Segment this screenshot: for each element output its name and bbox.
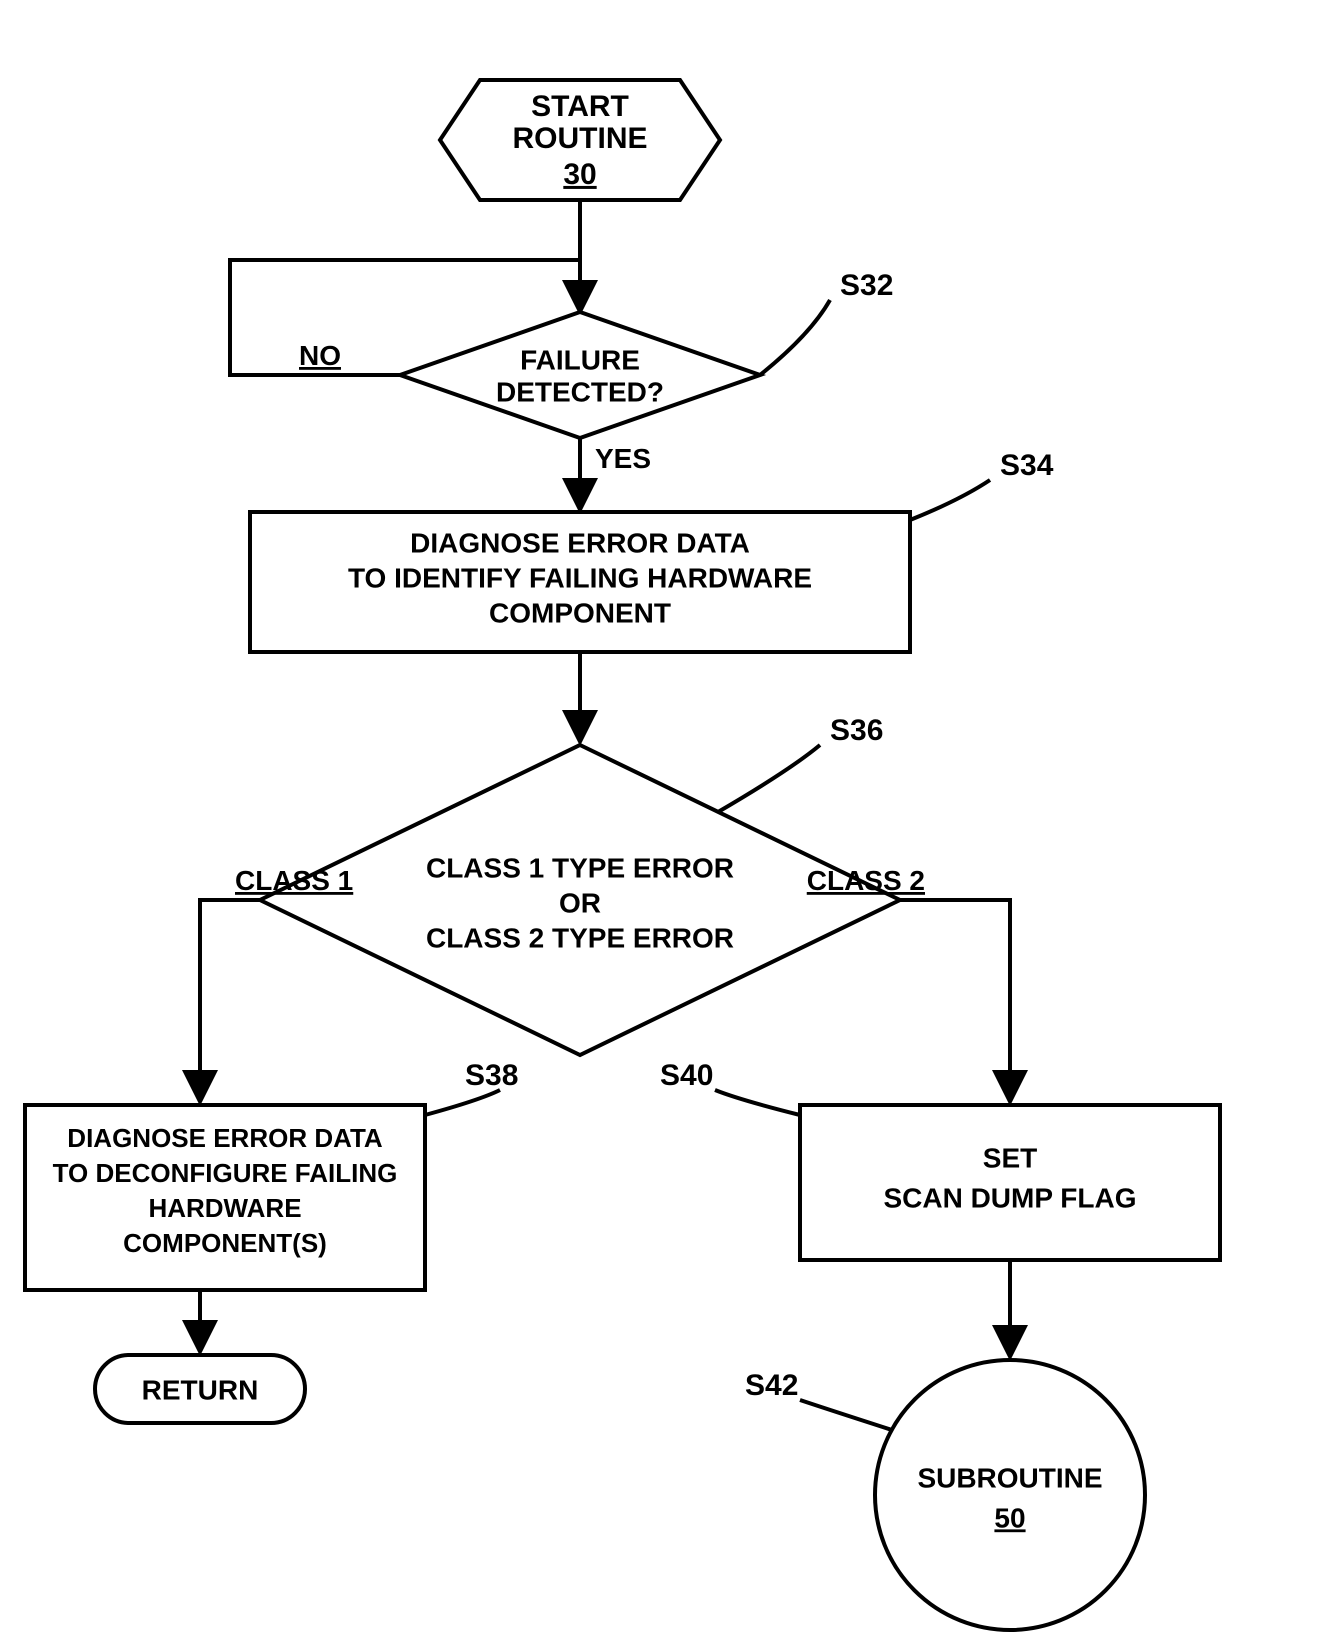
start-node: START ROUTINE 30 [440,80,720,200]
callout-line-s34 [910,480,990,520]
label-class1: CLASS 1 [235,865,353,896]
d2-line2: OR [559,887,601,918]
callout-s42: S42 [745,1369,798,1402]
sub-ref: 50 [994,1502,1025,1533]
callout-line-s38 [425,1090,500,1115]
process-diagnose-deconfigure: DIAGNOSE ERROR DATA TO DECONFIGURE FAILI… [25,1105,425,1290]
flowchart: START ROUTINE 30 FAILURE DETECTED? S32 N… [0,0,1332,1642]
label-yes: YES [595,443,651,474]
p2-line4: COMPONENT(S) [123,1228,327,1258]
p1-line3: COMPONENT [489,597,671,628]
callout-line-s36 [718,745,820,812]
p2-line2: TO DECONFIGURE FAILING [53,1158,398,1188]
callout-s38: S38 [465,1059,518,1092]
label-class2: CLASS 2 [807,865,925,896]
callout-line-s32 [760,300,830,375]
decision-failure-detected: FAILURE DETECTED? [400,312,760,438]
start-ref: 30 [563,158,596,191]
d1-line2: DETECTED? [496,376,664,407]
return-line1: RETURN [142,1374,259,1405]
sub-line1: SUBROUTINE [917,1462,1102,1493]
process-set-scan-dump-flag: SET SCAN DUMP FLAG [800,1105,1220,1260]
start-line1: START [531,90,629,123]
start-line2: ROUTINE [513,122,648,155]
label-no: NO [299,340,341,371]
callout-s40: S40 [660,1059,713,1092]
process-diagnose-identify: DIAGNOSE ERROR DATA TO IDENTIFY FAILING … [250,512,910,652]
p3-line1: SET [983,1142,1037,1173]
d1-line1: FAILURE [520,344,640,375]
p1-line2: TO IDENTIFY FAILING HARDWARE [348,562,812,593]
callout-s32: S32 [840,269,893,302]
callout-line-s40 [715,1090,800,1115]
decision-class-type: CLASS 1 TYPE ERROR OR CLASS 2 TYPE ERROR [260,745,900,1055]
callout-s36: S36 [830,714,883,747]
return-node: RETURN [95,1355,305,1423]
p2-line3: HARDWARE [148,1193,301,1223]
p2-line1: DIAGNOSE ERROR DATA [67,1123,383,1153]
subroutine-node: SUBROUTINE 50 [875,1360,1145,1630]
callout-s34: S34 [1000,449,1054,482]
d2-line3: CLASS 2 TYPE ERROR [426,922,734,953]
p1-line1: DIAGNOSE ERROR DATA [410,527,750,558]
d2-line1: CLASS 1 TYPE ERROR [426,852,734,883]
p3-line2: SCAN DUMP FLAG [883,1182,1136,1213]
callout-line-s42 [800,1400,892,1430]
